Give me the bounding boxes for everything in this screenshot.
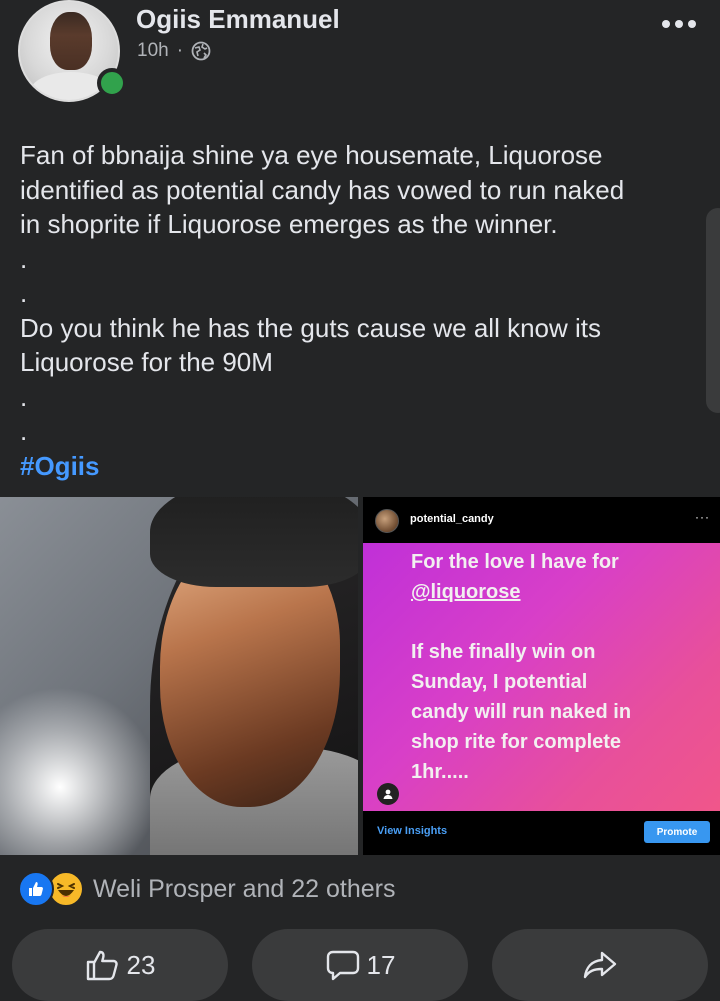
thumbs-up-icon	[86, 950, 118, 981]
like-button[interactable]: 23	[12, 929, 228, 1001]
author-name[interactable]: Ogiis Emmanuel	[136, 4, 340, 35]
body-line: .	[20, 416, 28, 446]
post-meta: 10h ·	[137, 40, 211, 62]
promote-button: Promote	[644, 821, 710, 843]
story-line: candy will run naked in	[411, 701, 632, 723]
side-scroll-tab[interactable]	[706, 208, 720, 413]
instagram-footer: View Insights Promote	[363, 811, 720, 855]
post-time[interactable]: 10h	[137, 40, 169, 62]
online-status-dot	[97, 68, 127, 98]
instagram-username: potential_candy	[410, 513, 494, 525]
post-photo-instagram-screenshot[interactable]: potential_candy ··· For the love I have …	[363, 497, 720, 855]
story-line: For the love I have for	[411, 551, 619, 573]
photo-light-glow	[0, 687, 160, 855]
reactions-text[interactable]: Weli Prosper and 22 others	[93, 875, 395, 904]
comment-count: 17	[366, 949, 396, 980]
reactions-summary[interactable]: Weli Prosper and 22 others	[18, 871, 395, 907]
body-line: .	[20, 243, 28, 274]
avatar-face	[50, 12, 92, 70]
like-icon	[18, 871, 54, 907]
story-line: If she finally win on	[411, 641, 596, 663]
instagram-header: potential_candy ···	[363, 497, 720, 543]
story-line: shop rite for complete	[411, 731, 622, 753]
body-line: identified as potential candy has vowed …	[20, 174, 625, 205]
body-line: Fan of bbnaija shine ya eye housemate, L…	[20, 140, 603, 170]
post-body: Fan of bbnaija shine ya eye housemate, L…	[20, 138, 700, 483]
share-arrow-icon	[583, 951, 617, 979]
globe-icon	[191, 41, 211, 61]
instagram-more-icon: ···	[695, 510, 710, 524]
like-count: 23	[126, 949, 156, 980]
instagram-story-text: For the love I have for @liquorose If sh…	[411, 547, 711, 787]
facebook-post: Ogiis Emmanuel 10h · Fan of bbnaija shin…	[0, 0, 720, 1001]
story-mention: @liquorose	[411, 581, 521, 603]
instagram-story-card: For the love I have for @liquorose If sh…	[363, 543, 720, 811]
comment-bubble-icon	[326, 950, 359, 981]
photo-beanie	[150, 497, 358, 587]
body-line: .	[20, 381, 28, 412]
story-line: 1hr.....	[411, 761, 469, 783]
more-options-icon[interactable]	[662, 14, 696, 34]
body-line: Liquorose for the 90M	[20, 347, 273, 377]
story-line: Sunday, I potential	[411, 671, 588, 693]
hashtag-link[interactable]: #Ogiis	[20, 449, 700, 484]
story-spacer	[411, 607, 711, 637]
view-insights-link: View Insights	[377, 825, 448, 837]
instagram-avatar	[375, 509, 399, 533]
body-line: .	[20, 278, 28, 308]
share-button[interactable]	[492, 929, 708, 1001]
comment-button[interactable]: 17	[252, 929, 468, 1001]
person-tag-icon	[377, 783, 399, 805]
body-line: in shoprite if Liquorose emerges as the …	[20, 209, 558, 239]
post-photo-portrait[interactable]	[0, 497, 358, 855]
body-line: Do you think he has the guts cause we al…	[20, 312, 601, 343]
meta-separator: ·	[176, 40, 184, 61]
